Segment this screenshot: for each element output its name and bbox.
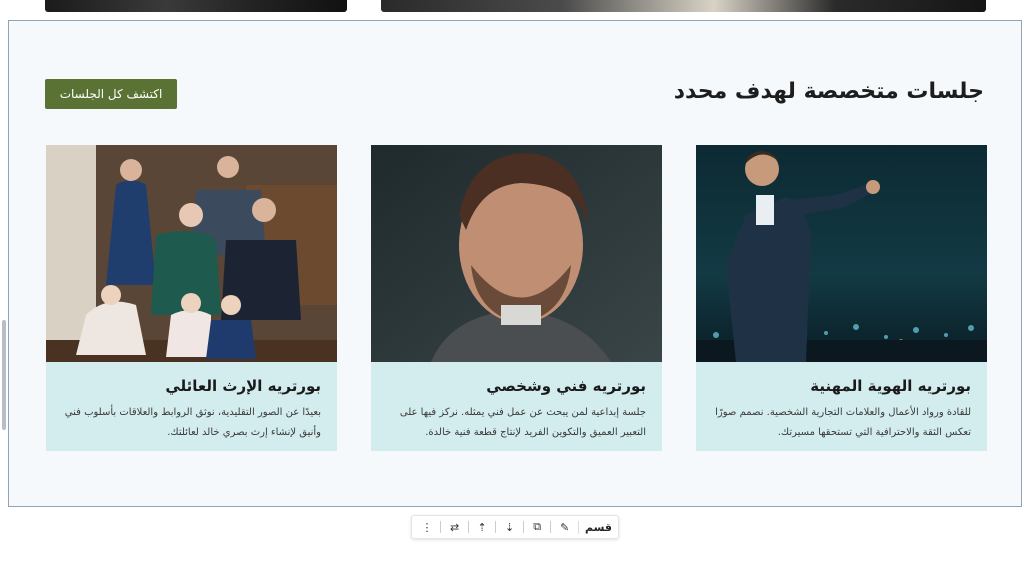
previous-image-right [381, 0, 986, 12]
card-title: بورتريه الهوية المهنية [810, 377, 971, 395]
page-scrollbar[interactable] [2, 320, 6, 430]
previous-image-left [45, 0, 347, 12]
family-photo [46, 145, 337, 362]
specialized-sessions-section[interactable]: جلسات متخصصة لهدف محدد اكتشف كل الجلسات [8, 20, 1022, 507]
toolbar-divider [467, 521, 469, 533]
more-icon[interactable]: ⋮ [418, 518, 436, 536]
toolbar-divider [550, 521, 552, 533]
card-title: بورتريه الإرث العائلي [165, 377, 321, 395]
explore-sessions-button[interactable]: اكتشف كل الجلسات [45, 79, 177, 109]
section-title: جلسات متخصصة لهدف محدد [673, 79, 984, 104]
card-title: بورتريه فني وشخصي [486, 377, 646, 395]
session-card-professional[interactable]: بورتريه الهوية المهنية للقادة ورواد الأع… [696, 145, 987, 451]
copy-icon[interactable]: ⧉ [528, 518, 546, 536]
man-portrait-photo [371, 145, 662, 362]
swap-icon[interactable]: ⇄ [446, 518, 464, 536]
section-toolbar: قسم ✎ ⧉ ⇣ ⇡ ⇄ ⋮ [411, 515, 619, 539]
pencil-icon[interactable]: ✎ [556, 518, 574, 536]
toolbar-divider [522, 521, 524, 533]
section-label[interactable]: قسم [577, 520, 612, 534]
card-description: جلسة إبداعية لمن يبحث عن عمل فني يمثله. … [399, 407, 646, 438]
toolbar-divider [495, 521, 497, 533]
toolbar-divider [440, 521, 442, 533]
previous-section-strip [0, 0, 1024, 14]
move-down-icon[interactable]: ⇣ [501, 518, 519, 536]
move-up-icon[interactable]: ⇡ [473, 518, 491, 536]
speaker-photo [696, 145, 987, 362]
session-card-artistic[interactable]: بورتريه فني وشخصي جلسة إبداعية لمن يبحث … [371, 145, 662, 451]
card-description: للقادة ورواد الأعمال والعلامات التجارية … [715, 407, 971, 438]
session-card-family[interactable]: بورتريه الإرث العائلي بعيدًا عن الصور ال… [46, 145, 337, 451]
card-description: بعيدًا عن الصور التقليدية، نوثق الروابط … [64, 407, 321, 438]
